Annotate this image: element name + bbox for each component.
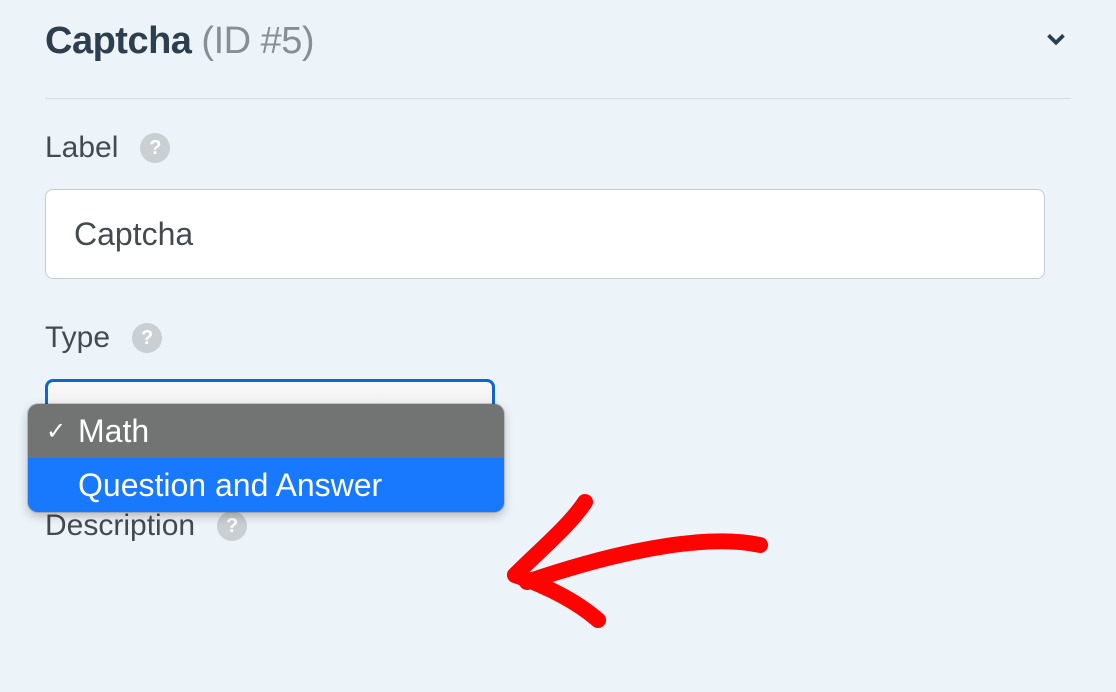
panel-title: Captcha (ID #5): [45, 20, 314, 63]
option-label: Math: [78, 413, 149, 450]
option-label: Question and Answer: [78, 467, 382, 504]
type-select[interactable]: ✓ Math Question and Answer: [45, 379, 495, 419]
field-settings-panel: Captcha (ID #5) Label ? Type ? ✓ Math: [0, 0, 1116, 605]
dropdown-option-math[interactable]: ✓ Math: [28, 404, 504, 458]
help-icon[interactable]: ?: [140, 133, 170, 163]
description-field-group: Description ?: [45, 509, 1071, 543]
label-field-title: Label: [45, 131, 118, 165]
check-icon: ✓: [46, 417, 68, 446]
type-dropdown: ✓ Math Question and Answer: [28, 404, 504, 512]
field-id: (ID #5): [201, 20, 314, 63]
chevron-down-icon[interactable]: [1041, 24, 1071, 59]
help-icon[interactable]: ?: [132, 323, 162, 353]
help-icon[interactable]: ?: [217, 511, 247, 541]
type-field-title: Type: [45, 321, 110, 355]
label-field-group: Label ?: [45, 131, 1071, 279]
dropdown-option-qa[interactable]: Question and Answer: [28, 458, 504, 512]
type-field-group: Type ? ✓ Math Question and Answer: [45, 321, 1071, 419]
panel-header[interactable]: Captcha (ID #5): [45, 20, 1071, 99]
label-input[interactable]: [45, 189, 1045, 279]
field-name: Captcha: [45, 20, 191, 63]
description-field-title: Description: [45, 509, 195, 543]
